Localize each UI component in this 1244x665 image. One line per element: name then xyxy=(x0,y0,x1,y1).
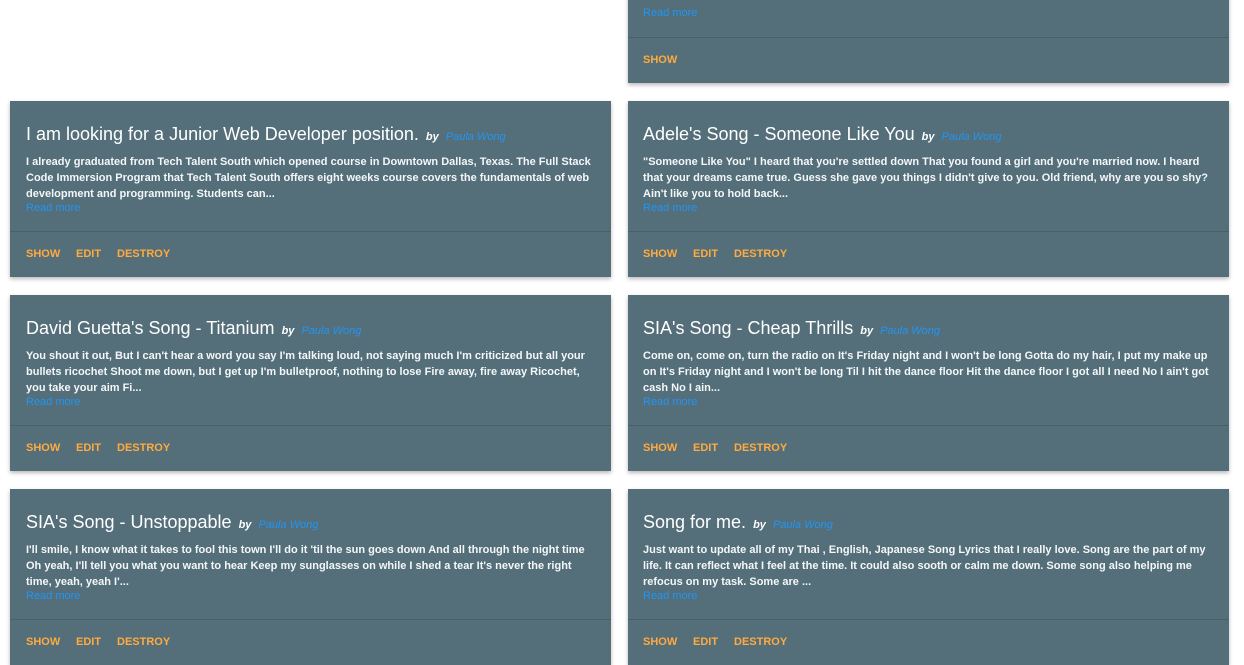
post-card: Song for me. by Paula Wong Just want to … xyxy=(628,489,1229,665)
post-title-text: I am looking for a Junior Web Developer … xyxy=(26,124,419,144)
post-title-text: Adele's Song - Someone Like You xyxy=(643,124,915,144)
read-more-link[interactable]: Read more xyxy=(643,590,1213,603)
edit-button[interactable]: EDIT xyxy=(693,248,718,260)
read-more-link[interactable]: Read more xyxy=(643,202,1213,215)
post-title: SIA's Song - Cheap Thrills by Paula Wong xyxy=(643,317,1213,342)
author-link[interactable]: Paula Wong xyxy=(446,131,506,143)
by-label: by xyxy=(753,519,766,531)
card-actions: SHOW EDIT DESTROY xyxy=(628,619,1229,665)
by-label: by xyxy=(425,131,439,143)
post-title: Adele's Song - Someone Like You by Paula… xyxy=(643,123,1213,148)
post-card: I am looking for a Junior Web Developer … xyxy=(10,101,611,277)
post-title: Song for me. by Paula Wong xyxy=(643,511,1213,536)
card-actions: SHOW EDIT DESTROY xyxy=(628,425,1229,471)
post-title-text: SIA's Song - Unstoppable xyxy=(26,512,232,532)
post-card: SIA's Song - Unstoppable by Paula Wong I… xyxy=(10,489,611,665)
show-button[interactable]: SHOW xyxy=(26,248,60,260)
destroy-button[interactable]: DESTROY xyxy=(734,248,787,260)
card-actions: SHOW EDIT DESTROY xyxy=(10,425,611,471)
post-card: David Guetta's Song - Titanium by Paula … xyxy=(10,295,611,471)
post-card: Read more SHOW xyxy=(628,0,1229,83)
post-excerpt: I already graduated from Tech Talent Sou… xyxy=(26,156,591,200)
destroy-button[interactable]: DESTROY xyxy=(117,636,170,648)
read-more-link[interactable]: Read more xyxy=(643,396,1213,409)
destroy-button[interactable]: DESTROY xyxy=(117,442,170,454)
card-actions: SHOW EDIT DESTROY xyxy=(10,619,611,665)
author-link[interactable]: Paula Wong xyxy=(773,519,833,531)
by-label: by xyxy=(921,131,935,143)
author-link[interactable]: Paula Wong xyxy=(942,131,1002,143)
edit-button[interactable]: EDIT xyxy=(693,636,718,648)
post-excerpt: You shout it out, But I can't hear a wor… xyxy=(26,350,585,394)
destroy-button[interactable]: DESTROY xyxy=(117,248,170,260)
card-content: David Guetta's Song - Titanium by Paula … xyxy=(26,317,595,409)
edit-button[interactable]: EDIT xyxy=(76,442,101,454)
post-title-text: David Guetta's Song - Titanium xyxy=(26,318,275,338)
post-title: David Guetta's Song - Titanium by Paula … xyxy=(26,317,595,342)
card-content: SIA's Song - Unstoppable by Paula Wong I… xyxy=(26,511,595,603)
destroy-button[interactable]: DESTROY xyxy=(734,636,787,648)
post-excerpt: I'll smile, I know what it takes to fool… xyxy=(26,544,585,588)
show-button[interactable]: SHOW xyxy=(643,636,677,648)
edit-button[interactable]: EDIT xyxy=(76,248,101,260)
card-content: I am looking for a Junior Web Developer … xyxy=(26,123,595,215)
post-card: SIA's Song - Cheap Thrills by Paula Wong… xyxy=(628,295,1229,471)
author-link[interactable]: Paula Wong xyxy=(880,325,940,337)
read-more-link[interactable]: Read more xyxy=(26,590,595,603)
by-label: by xyxy=(281,325,295,337)
post-title-text: Song for me. xyxy=(643,512,747,532)
show-button[interactable]: SHOW xyxy=(26,636,60,648)
read-more-link[interactable]: Read more xyxy=(26,202,595,215)
card-content: Song for me. by Paula Wong Just want to … xyxy=(643,511,1213,603)
post-title: SIA's Song - Unstoppable by Paula Wong xyxy=(26,511,595,536)
edit-button[interactable]: EDIT xyxy=(693,442,718,454)
by-label: by xyxy=(238,519,252,531)
post-card: Adele's Song - Someone Like You by Paula… xyxy=(628,101,1229,277)
show-button[interactable]: SHOW xyxy=(26,442,60,454)
card-actions: SHOW EDIT DESTROY xyxy=(628,231,1229,277)
edit-button[interactable]: EDIT xyxy=(76,636,101,648)
show-button[interactable]: SHOW xyxy=(643,442,677,454)
card-content: SIA's Song - Cheap Thrills by Paula Wong… xyxy=(643,317,1213,409)
author-link[interactable]: Paula Wong xyxy=(301,325,361,337)
post-title: I am looking for a Junior Web Developer … xyxy=(26,123,595,148)
read-more-link[interactable]: Read more xyxy=(643,7,697,20)
read-more-link[interactable]: Read more xyxy=(26,396,595,409)
post-excerpt: "Someone Like You" I heard that you're s… xyxy=(643,156,1208,200)
author-link[interactable]: Paula Wong xyxy=(258,519,318,531)
post-title-text: SIA's Song - Cheap Thrills xyxy=(643,318,854,338)
show-button[interactable]: SHOW xyxy=(643,248,677,260)
post-excerpt: Come on, come on, turn the radio on It's… xyxy=(643,350,1209,394)
show-button[interactable]: SHOW xyxy=(643,54,677,66)
by-label: by xyxy=(860,325,874,337)
card-actions: SHOW xyxy=(628,37,1229,83)
card-actions: SHOW EDIT DESTROY xyxy=(10,231,611,277)
card-content: Adele's Song - Someone Like You by Paula… xyxy=(643,123,1213,215)
destroy-button[interactable]: DESTROY xyxy=(734,442,787,454)
post-excerpt: Just want to update all of my Thai , Eng… xyxy=(643,544,1206,588)
